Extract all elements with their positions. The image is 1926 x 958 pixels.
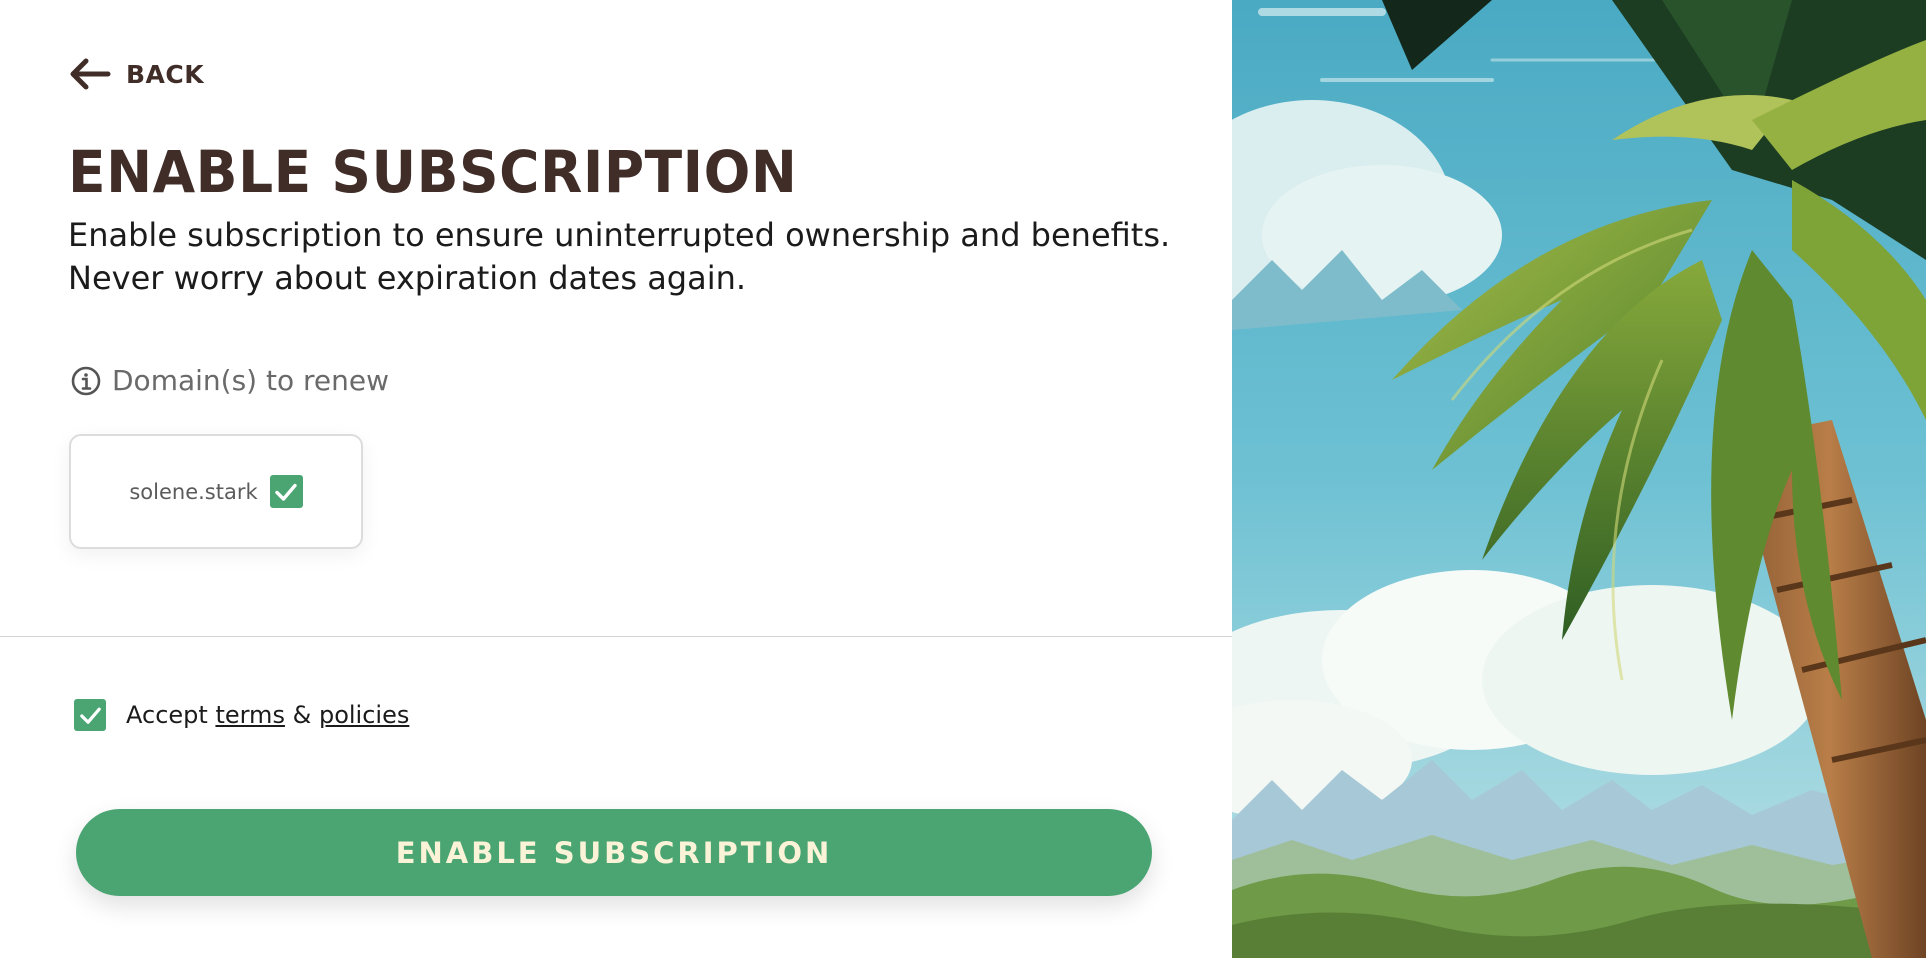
checkmark-icon [79,707,101,724]
back-button[interactable]: Back [68,54,204,94]
domains-label: Domain(s) to renew [70,364,389,397]
checkmark-icon [275,483,297,501]
terms-prefix: Accept [126,701,208,729]
info-circle-icon [71,366,101,395]
hero-illustration [1232,0,1926,958]
palm-tree-illustration [1232,0,1926,958]
terms-checkbox[interactable] [74,699,106,731]
page-description: Enable subscription to ensure uninterrup… [68,216,1171,297]
terms-row: Accept terms & policies [74,699,409,731]
policies-link[interactable]: policies [319,701,409,729]
terms-link[interactable]: terms [215,701,285,729]
domains-label-text: Domain(s) to renew [112,364,389,397]
domain-checkbox[interactable] [269,475,303,508]
terms-text: Accept terms & policies [126,701,409,729]
back-label: Back [126,59,205,89]
enable-subscription-button[interactable]: Enable subscription [76,809,1152,896]
terms-separator: & [292,701,312,729]
domain-card[interactable]: solene.stark [69,434,363,549]
page-title: Enable subscription [68,138,798,206]
arrow-left-icon [70,58,111,90]
enable-subscription-label: Enable subscription [395,835,833,870]
divider [0,636,1232,637]
subscription-panel: Back Enable subscription Enable subscrip… [0,0,1232,958]
domain-name: solene.stark [129,479,258,504]
